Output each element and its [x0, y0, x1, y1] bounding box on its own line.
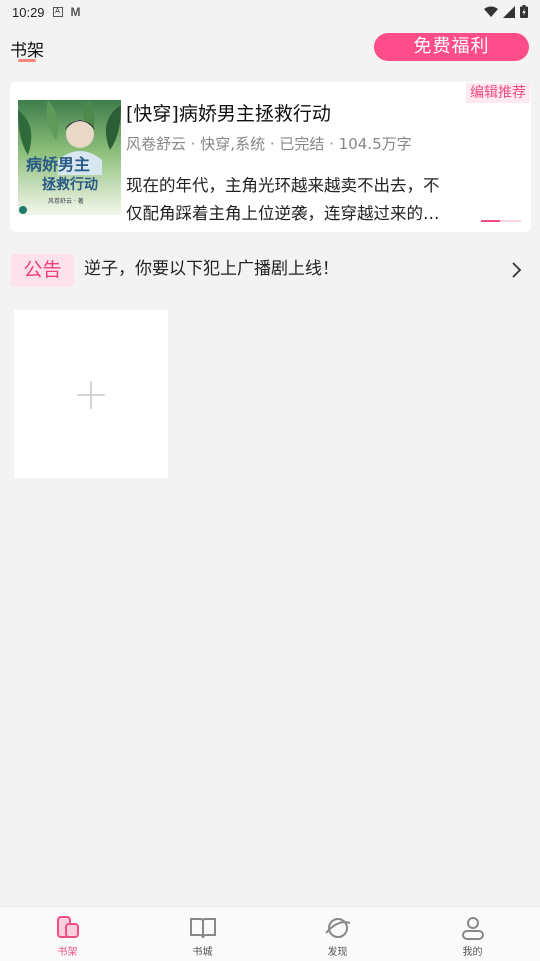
wifi-icon: [484, 6, 498, 17]
status-bar: 10:29 A M: [0, 0, 540, 24]
book-description-line1: 现在的年代，主角光环越来越卖不出去，不: [126, 176, 440, 195]
book-meta: 风卷舒云 · 快穿,系统 · 已完结 · 104.5万字: [126, 135, 412, 153]
header: 书架 免费福利: [0, 28, 540, 68]
notice-bar[interactable]: 公告 逆子，你要以下犯上广播剧上线！: [0, 250, 540, 290]
tab-discover[interactable]: 发现: [270, 907, 405, 961]
carousel-indicator-active: [481, 220, 500, 222]
notification-m-icon: M: [70, 5, 81, 19]
tab-mine[interactable]: 我的: [405, 907, 540, 961]
signal-icon: [503, 5, 515, 18]
book-cover[interactable]: 病娇男主 拯救行动 风卷舒云 · 著: [18, 100, 121, 215]
cover-title-line1: 病娇男主: [26, 155, 90, 174]
notice-tag: 公告: [11, 254, 74, 287]
chevron-right-icon[interactable]: [508, 261, 524, 279]
battery-icon: [520, 5, 528, 18]
cover-title-line2: 拯救行动: [42, 176, 98, 193]
recommended-book-card[interactable]: 病娇男主 拯救行动 风卷舒云 · 著 编辑推荐 [快穿]病娇男主拯救行动 风卷舒…: [10, 82, 531, 232]
tab-label: 书架: [57, 947, 78, 958]
bookshelf-icon: [56, 916, 79, 938]
tab-label: 书城: [192, 947, 213, 958]
book-description-line2: 仅配角踩着主角上位逆袭，连穿越过来的…: [126, 204, 440, 223]
bottom-tab-bar: 书架 书城 发现 我的: [0, 906, 540, 961]
editor-pick-badge: 编辑推荐: [466, 83, 530, 103]
notice-marquee: 逆子，你要以下犯上广播剧上线！: [84, 258, 404, 276]
add-book-tile[interactable]: [14, 310, 168, 478]
planet-icon: [324, 918, 350, 938]
tab-bookstore[interactable]: 书城: [135, 907, 270, 961]
person-icon: [461, 917, 484, 940]
status-right-icons: [484, 5, 528, 18]
book-title[interactable]: [快穿]病娇男主拯救行动: [126, 99, 331, 126]
free-benefits-button[interactable]: 免费福利: [374, 33, 529, 61]
book-description: 现在的年代，主角光环越来越卖不出去，不 仅配角踩着主角上位逆袭，连穿越过来的…: [126, 172, 520, 228]
notification-a-icon: A: [52, 7, 63, 17]
tab-label: 发现: [327, 947, 348, 958]
tab-bookshelf[interactable]: 书架: [0, 907, 135, 961]
book-open-icon: [189, 918, 216, 939]
book-cover-art: 病娇男主 拯救行动 风卷舒云 · 著: [18, 100, 121, 215]
tab-label: 我的: [462, 947, 483, 958]
status-time: 10:29: [12, 4, 45, 20]
page-title[interactable]: 书架: [10, 36, 44, 61]
plus-icon: [77, 381, 105, 409]
notice-text[interactable]: 逆子，你要以下犯上广播剧上线！: [84, 258, 339, 276]
cover-author: 风卷舒云 · 著: [48, 197, 84, 205]
title-underline: [18, 59, 36, 62]
